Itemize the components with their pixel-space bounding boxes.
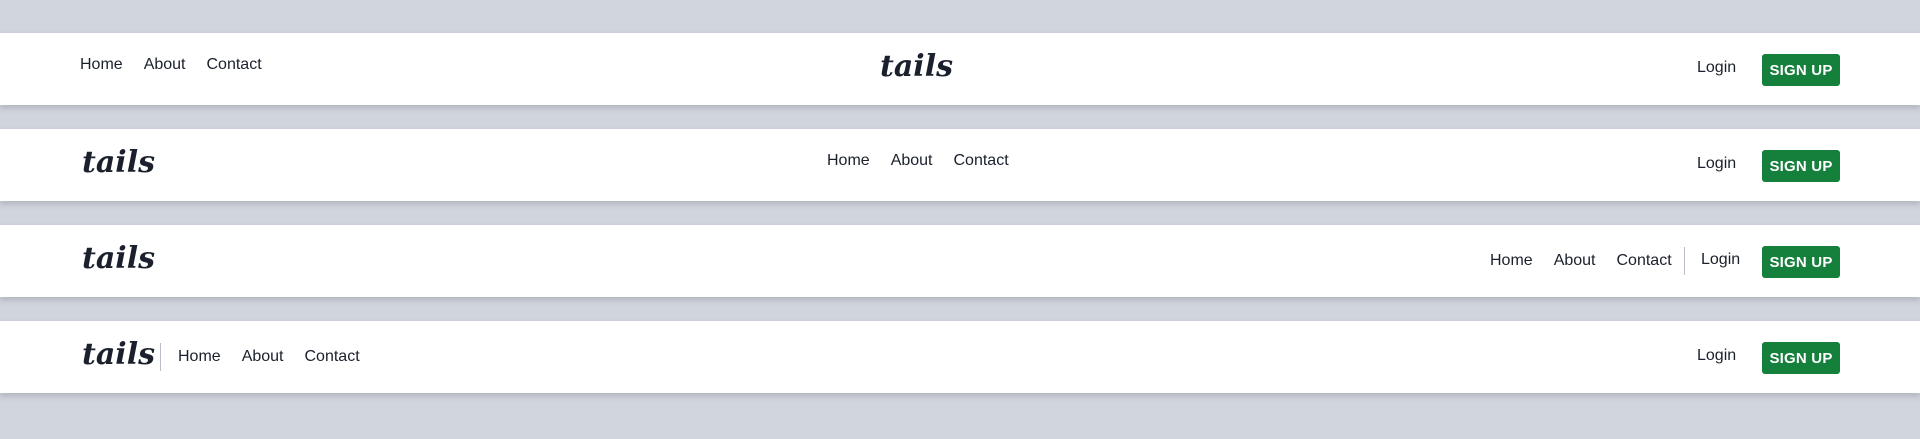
nav-link-home[interactable]: Home bbox=[178, 348, 221, 366]
nav-link-contact[interactable]: Contact bbox=[305, 348, 360, 366]
nav-link-about[interactable]: About bbox=[891, 152, 933, 170]
nav-links: Home About Contact bbox=[1490, 246, 1672, 276]
tails-logo-icon: tails bbox=[880, 49, 953, 84]
svg-text:tails: tails bbox=[82, 337, 155, 372]
signup-button[interactable]: SIGN UP bbox=[1762, 54, 1840, 86]
login-link[interactable]: Login bbox=[1701, 251, 1740, 269]
signup-button[interactable]: SIGN UP bbox=[1762, 150, 1840, 182]
tails-logo-icon: tails bbox=[82, 241, 155, 276]
tails-logo-icon: tails bbox=[82, 145, 155, 180]
navbar-logo-left-links-center: tails Home About Contact Login SIGN UP bbox=[0, 129, 1920, 201]
tails-logo-icon: tails bbox=[82, 337, 155, 372]
svg-text:tails: tails bbox=[880, 49, 953, 84]
nav-link-home[interactable]: Home bbox=[827, 152, 870, 170]
svg-text:tails: tails bbox=[82, 145, 155, 180]
navbar-logo-left-links-right: tails Home About Contact Login SIGN UP bbox=[0, 225, 1920, 297]
tails-logo[interactable]: tails bbox=[80, 143, 162, 181]
navbar-links-left-logo-center: Home About Contact tails Login SIGN UP bbox=[0, 33, 1920, 105]
tails-logo[interactable]: tails bbox=[80, 335, 162, 373]
nav-link-contact[interactable]: Contact bbox=[207, 56, 262, 74]
nav-link-home[interactable]: Home bbox=[1490, 252, 1533, 270]
navbar-logo-and-links-left: tails Home About Contact Login SIGN UP bbox=[0, 321, 1920, 393]
nav-link-contact[interactable]: Contact bbox=[954, 152, 1009, 170]
nav-links: Home About Contact bbox=[80, 50, 262, 80]
nav-link-about[interactable]: About bbox=[1554, 252, 1596, 270]
login-link[interactable]: Login bbox=[1697, 59, 1736, 77]
nav-link-contact[interactable]: Contact bbox=[1617, 252, 1672, 270]
login-link[interactable]: Login bbox=[1697, 155, 1736, 173]
nav-links: Home About Contact bbox=[827, 146, 1009, 176]
nav-link-about[interactable]: About bbox=[144, 56, 186, 74]
nav-divider bbox=[1684, 247, 1685, 275]
nav-link-home[interactable]: Home bbox=[80, 56, 123, 74]
signup-button[interactable]: SIGN UP bbox=[1762, 342, 1840, 374]
tails-logo[interactable]: tails bbox=[80, 239, 162, 277]
login-link[interactable]: Login bbox=[1697, 347, 1736, 365]
nav-links: Home About Contact bbox=[178, 342, 360, 372]
signup-button[interactable]: SIGN UP bbox=[1762, 246, 1840, 278]
svg-text:tails: tails bbox=[82, 241, 155, 276]
nav-link-about[interactable]: About bbox=[242, 348, 284, 366]
nav-divider bbox=[160, 343, 161, 371]
tails-logo[interactable]: tails bbox=[878, 47, 960, 85]
